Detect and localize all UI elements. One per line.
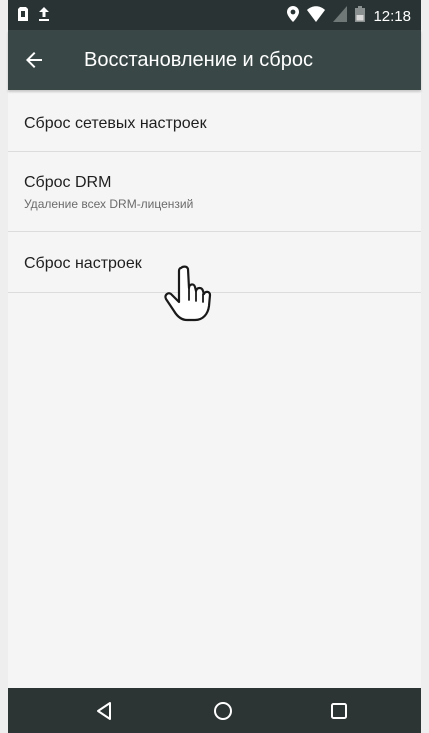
battery-icon xyxy=(355,6,366,27)
hand-pointer-icon xyxy=(161,264,217,324)
status-time: 12:18 xyxy=(373,7,411,25)
home-circle-icon[interactable] xyxy=(212,700,234,722)
list-item-title: Сброс сетевых настроек xyxy=(24,115,207,132)
back-triangle-icon[interactable] xyxy=(93,700,115,722)
signal-icon xyxy=(333,6,348,27)
list-item-title: Сброс настроек xyxy=(24,255,142,272)
status-right-icons: 12:18 xyxy=(287,6,411,27)
location-icon xyxy=(287,6,300,27)
wifi-icon xyxy=(307,6,326,27)
sd-card-icon xyxy=(18,7,28,26)
navigation-bar xyxy=(8,688,421,733)
list-item-reset-network[interactable]: Сброс сетевых настроек xyxy=(8,90,421,152)
status-left-icons xyxy=(18,7,50,26)
upload-icon xyxy=(38,7,50,26)
list-item-reset-drm[interactable]: Сброс DRM Удаление всех DRM-лицензий xyxy=(8,152,421,232)
recent-square-icon[interactable] xyxy=(328,700,350,722)
page-title: Восстановление и сброс xyxy=(84,49,313,71)
status-bar: 12:18 xyxy=(8,0,421,30)
list-item-subtitle: Удаление всех DRM-лицензий xyxy=(24,197,194,211)
arrow-left-icon[interactable] xyxy=(22,48,46,72)
settings-list: Сброс сетевых настроек Сброс DRM Удалени… xyxy=(8,90,421,293)
app-bar: Восстановление и сброс xyxy=(8,30,421,90)
list-item-title: Сброс DRM xyxy=(24,174,112,191)
phone-screen: 12:18 Восстановление и сброс Сброс сетев… xyxy=(0,0,429,733)
